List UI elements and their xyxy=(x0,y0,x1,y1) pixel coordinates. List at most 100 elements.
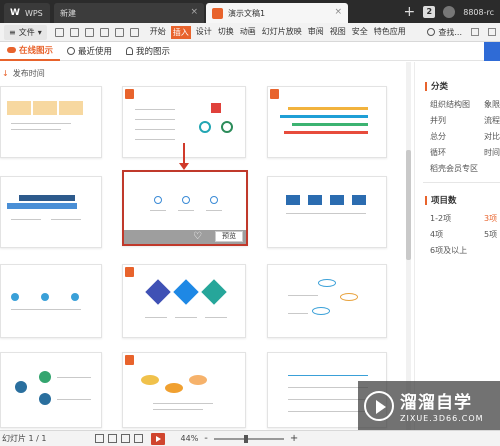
close-icon[interactable]: × xyxy=(334,7,342,17)
file-menu-button[interactable]: ≡ 文件 ▾ xyxy=(4,24,47,40)
thumb-line xyxy=(11,129,61,130)
tab-my-diagrams[interactable]: 我的图示 xyxy=(119,42,177,61)
sort-icon[interactable]: ↓ xyxy=(2,69,9,78)
favorite-icon[interactable]: ♡ xyxy=(193,232,204,242)
diagram-card[interactable] xyxy=(122,264,246,338)
count-5[interactable]: 5项 xyxy=(484,229,497,240)
reading-view-icon[interactable] xyxy=(133,434,143,443)
diagram-nav: 在线图示 最近使用 我的图示 xyxy=(0,41,500,61)
close-icon[interactable]: × xyxy=(190,7,198,17)
diagram-card-selected[interactable]: ♡ 预览 xyxy=(122,170,248,246)
diagram-card[interactable] xyxy=(0,352,102,428)
thumb-shape xyxy=(318,279,336,287)
category-timeline[interactable]: 时间 xyxy=(484,147,500,158)
category-member-zone[interactable]: 稻壳会员专区 xyxy=(430,163,478,174)
ribbon-menu-bar: ≡ 文件 ▾ 开始 插入 设计 切换 动画 幻灯片放映 审阅 视图 安全 特色应… xyxy=(0,23,500,42)
tab-online-diagrams[interactable]: 在线图示 xyxy=(0,42,61,61)
tab-presentation[interactable]: 演示文稿1 × xyxy=(206,3,348,23)
category-title: 分类 xyxy=(431,82,449,92)
zoom-slider[interactable] xyxy=(213,434,284,443)
thumb-line xyxy=(135,129,175,130)
thumb-line xyxy=(135,109,175,110)
zoom-out-button[interactable]: - xyxy=(204,433,208,444)
scrollbar-thumb[interactable] xyxy=(406,150,411,260)
diagram-card[interactable] xyxy=(267,86,387,158)
new-tab-icon[interactable]: + xyxy=(404,5,416,19)
normal-view-icon[interactable] xyxy=(107,434,117,443)
premium-icon xyxy=(125,355,134,365)
category-cycle[interactable]: 循环 xyxy=(430,147,446,158)
category-compare[interactable]: 对比 xyxy=(484,131,500,142)
thumb-shape xyxy=(173,279,199,305)
open-icon[interactable] xyxy=(69,27,79,37)
menu-special[interactable]: 特色应用 xyxy=(373,26,407,39)
menu-review[interactable]: 审阅 xyxy=(307,26,325,39)
thumb-line xyxy=(206,210,222,211)
title-bar: W WPS 新建 × 演示文稿1 × + 2 8808-rc xyxy=(0,0,500,23)
print-icon[interactable] xyxy=(84,27,94,37)
diagram-card[interactable] xyxy=(267,176,387,248)
undo-icon[interactable] xyxy=(114,27,124,37)
menu-insert[interactable]: 插入 xyxy=(170,25,191,39)
diagram-card[interactable] xyxy=(0,264,102,338)
diagram-card[interactable] xyxy=(122,352,246,428)
notes-icon[interactable] xyxy=(94,434,104,443)
window-count-badge[interactable]: 2 xyxy=(423,6,436,18)
thumb-line xyxy=(11,123,71,124)
diagram-card[interactable] xyxy=(0,86,102,158)
count-1-2[interactable]: 1-2项 xyxy=(430,213,451,224)
category-parallel[interactable]: 并列 xyxy=(430,115,446,126)
zoom-level[interactable]: 44% xyxy=(181,434,199,443)
thumb-shape xyxy=(39,393,51,405)
save-icon[interactable] xyxy=(54,27,64,37)
panel-toggle[interactable] xyxy=(484,41,500,61)
tab-recent[interactable]: 最近使用 xyxy=(60,42,119,61)
thumb-line xyxy=(153,403,213,404)
play-slideshow-icon[interactable] xyxy=(150,432,165,445)
count-4[interactable]: 4项 xyxy=(430,229,443,240)
category-total-parts[interactable]: 总分 xyxy=(430,131,446,142)
menu-view[interactable]: 视图 xyxy=(329,26,347,39)
menu-transition[interactable]: 切换 xyxy=(217,26,235,39)
diagram-card[interactable] xyxy=(267,264,387,338)
card-action-bar: ♡ 预览 xyxy=(124,230,246,244)
category-quadrant[interactable]: 象限 xyxy=(484,99,500,110)
tab-label: 演示文稿1 xyxy=(228,8,266,18)
quick-access-toolbar xyxy=(54,27,139,37)
user-avatar[interactable] xyxy=(443,6,456,18)
thumb-shape xyxy=(59,101,83,115)
tab-wps-home[interactable]: W WPS xyxy=(4,3,50,23)
cloud-sync-icon[interactable] xyxy=(471,28,479,36)
tab-label: 在线图示 xyxy=(19,46,54,56)
section-marker xyxy=(425,195,427,205)
category-process[interactable]: 流程 xyxy=(484,115,500,126)
preview-button[interactable]: 预览 xyxy=(215,231,243,242)
menu-slideshow[interactable]: 幻灯片放映 xyxy=(261,26,303,39)
thumb-line xyxy=(286,213,366,214)
diagram-card[interactable] xyxy=(0,176,102,248)
count-3[interactable]: 3项 xyxy=(484,213,497,224)
tab-new[interactable]: 新建 × xyxy=(54,3,204,23)
slide-counter: 幻灯片 1 / 1 xyxy=(2,434,47,443)
menu-security[interactable]: 安全 xyxy=(351,26,369,39)
cloud-icon xyxy=(7,47,16,53)
category-org-chart[interactable]: 组织结构图 xyxy=(430,99,470,110)
menu-start[interactable]: 开始 xyxy=(149,26,167,39)
user-name[interactable]: 8808-rc xyxy=(463,8,494,17)
wps-logo-icon: W xyxy=(10,8,20,18)
count-6-plus[interactable]: 6项及以上 xyxy=(430,245,467,256)
zoom-in-button[interactable]: + xyxy=(290,433,298,444)
sort-by-date[interactable]: 发布时间 xyxy=(13,68,45,79)
share-icon[interactable] xyxy=(488,28,496,36)
thumb-line xyxy=(11,219,41,220)
gallery-scrollbar[interactable] xyxy=(406,62,411,430)
menu-animation[interactable]: 动画 xyxy=(239,26,257,39)
menu-design[interactable]: 设计 xyxy=(195,26,213,39)
redo-icon[interactable] xyxy=(129,27,139,37)
search-command[interactable]: 查找... xyxy=(427,27,500,38)
sorter-view-icon[interactable] xyxy=(120,434,130,443)
thumb-shape xyxy=(15,381,27,393)
thumb-line xyxy=(150,210,166,211)
thumb-shape xyxy=(221,121,233,133)
preview-icon[interactable] xyxy=(99,27,109,37)
